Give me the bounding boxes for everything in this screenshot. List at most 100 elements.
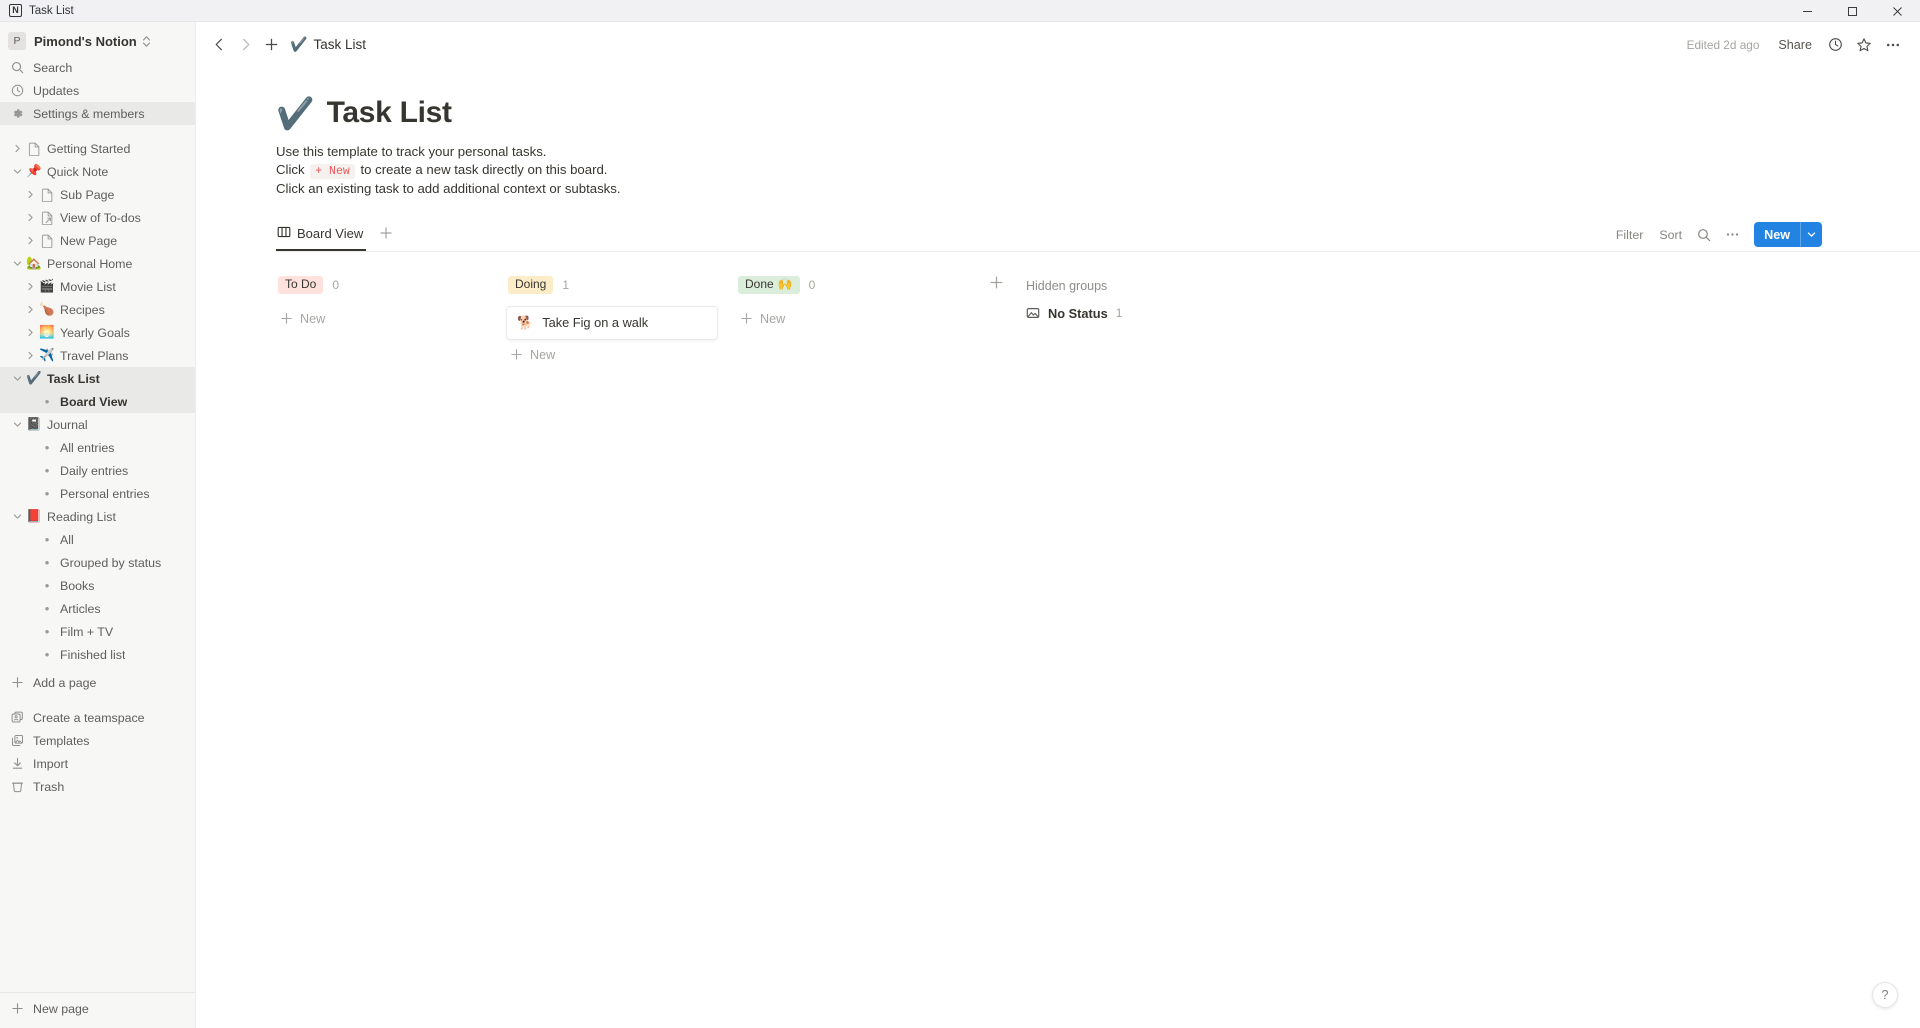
- add-group-button[interactable]: [966, 274, 1026, 369]
- sidebar-item-label: Travel Plans: [60, 348, 129, 363]
- chevron-down-icon[interactable]: [9, 164, 25, 180]
- sidebar-footer: New page: [0, 987, 195, 1028]
- sidebar-item-view-of-to-dos[interactable]: View of To-dos: [0, 206, 195, 229]
- sidebar-item-import[interactable]: Import: [0, 752, 195, 775]
- sidebar-add-page-label: Add a page: [33, 675, 97, 690]
- sidebar-item-label: Templates: [33, 733, 90, 748]
- chevron-down-icon[interactable]: [1801, 222, 1822, 247]
- chevron-down-icon[interactable]: [9, 509, 25, 525]
- chevron-right-icon[interactable]: [22, 233, 38, 249]
- sort-button[interactable]: Sort: [1653, 225, 1688, 245]
- workspace-switcher[interactable]: P Pimond's Notion: [0, 26, 195, 56]
- chevron-down-icon[interactable]: [9, 256, 25, 272]
- add-card-button[interactable]: New: [276, 306, 506, 333]
- sidebar-page-tree: Getting Started 📌 Quick Note Sub Page View o…: [0, 137, 195, 666]
- chevron-down-icon[interactable]: [9, 417, 25, 433]
- new-button[interactable]: New: [1754, 222, 1822, 247]
- board-card[interactable]: 🐕 Take Fig on a walk: [506, 305, 718, 340]
- sidebar-item-label: View of To-dos: [60, 210, 141, 225]
- new-button-label[interactable]: New: [1754, 222, 1800, 247]
- sidebar-item-getting-started[interactable]: Getting Started: [0, 137, 195, 160]
- help-button[interactable]: ?: [1872, 982, 1898, 1008]
- add-card-label: New: [530, 348, 556, 362]
- sidebar-item-all[interactable]: • All: [0, 528, 195, 551]
- sidebar-item-journal[interactable]: 📓 Journal: [0, 413, 195, 436]
- hidden-groups-title: Hidden groups: [1026, 278, 1108, 293]
- sidebar-item-personal-entries[interactable]: • Personal entries: [0, 482, 195, 505]
- sidebar-item-templates[interactable]: Templates: [0, 729, 195, 752]
- add-card-button[interactable]: New: [506, 342, 736, 369]
- sidebar-item-books[interactable]: • Books: [0, 574, 195, 597]
- page-title: ✔️ Task List: [276, 96, 1920, 130]
- column-header[interactable]: Done 🙌 0: [736, 274, 966, 296]
- sidebar-item-yearly-goals[interactable]: 🌅 Yearly Goals: [0, 321, 195, 344]
- status-label: To Do: [285, 277, 317, 291]
- add-view-button[interactable]: [379, 226, 393, 244]
- sidebar-item-create-teamspace[interactable]: Create a teamspace: [0, 706, 195, 729]
- close-icon[interactable]: [1875, 0, 1920, 22]
- favorite-star-icon[interactable]: [1851, 32, 1877, 58]
- sidebar-item-travel-plans[interactable]: ✈️ Travel Plans: [0, 344, 195, 367]
- board-column: Doing 1 🐕 Take Fig on a walk New: [506, 274, 736, 369]
- sidebar-item-daily-entries[interactable]: • Daily entries: [0, 459, 195, 482]
- column-header[interactable]: To Do 0: [276, 274, 506, 296]
- sidebar-item-recipes[interactable]: 🍗 Recipes: [0, 298, 195, 321]
- sidebar-item-updates[interactable]: Updates: [0, 79, 195, 102]
- column-header[interactable]: Doing 1: [506, 274, 736, 296]
- add-card-button[interactable]: New: [736, 306, 966, 333]
- breadcrumb[interactable]: ✔️ Task List: [290, 36, 366, 53]
- filter-button[interactable]: Filter: [1610, 225, 1650, 245]
- sidebar-item-sub-page[interactable]: Sub Page: [0, 183, 195, 206]
- sidebar: P Pimond's Notion Search Updates Setting…: [0, 22, 196, 1028]
- chevron-right-icon[interactable]: [22, 325, 38, 341]
- chevron-right-icon[interactable]: [22, 348, 38, 364]
- chevron-right-icon[interactable]: [22, 210, 38, 226]
- sidebar-item-search[interactable]: Search: [0, 56, 195, 79]
- hidden-group-item[interactable]: No Status 1: [1026, 306, 1122, 321]
- add-card-label: New: [300, 312, 326, 326]
- page-icon: [25, 141, 43, 157]
- sidebar-item-movie-list[interactable]: 🎬 Movie List: [0, 275, 195, 298]
- sidebar-item-new-page[interactable]: New Page: [0, 229, 195, 252]
- page-content: ✔️ Task List Use this template to track …: [196, 67, 1920, 1028]
- sidebar-add-a-page[interactable]: Add a page: [0, 671, 195, 694]
- sidebar-item-trash[interactable]: Trash: [0, 775, 195, 798]
- sidebar-item-articles[interactable]: • Articles: [0, 597, 195, 620]
- linked-page-icon: [38, 210, 56, 226]
- hidden-group-count: 1: [1115, 306, 1123, 320]
- new-page-plus-button[interactable]: [258, 32, 284, 58]
- chevron-right-icon[interactable]: [9, 141, 25, 157]
- sidebar-item-quick-note[interactable]: 📌 Quick Note: [0, 160, 195, 183]
- sidebar-item-settings-members[interactable]: Settings & members: [0, 102, 195, 125]
- sidebar-item-film-tv[interactable]: • Film + TV: [0, 620, 195, 643]
- more-horizontal-icon[interactable]: [1880, 32, 1906, 58]
- hidden-groups: Hidden groups No Status 1: [1026, 274, 1122, 369]
- sidebar-new-page-button[interactable]: New page: [0, 997, 195, 1020]
- share-button[interactable]: Share: [1771, 34, 1819, 56]
- tab-label: Board View: [297, 226, 364, 241]
- sidebar-item-all-entries[interactable]: • All entries: [0, 436, 195, 459]
- sidebar-item-grouped-by-status[interactable]: • Grouped by status: [0, 551, 195, 574]
- sidebar-item-reading-list[interactable]: 📕 Reading List: [0, 505, 195, 528]
- teamspace-icon: [9, 710, 25, 726]
- status-label: Doing: [515, 277, 547, 291]
- search-icon[interactable]: [1692, 223, 1716, 247]
- maximize-icon[interactable]: [1830, 0, 1875, 22]
- forward-button[interactable]: [232, 32, 258, 58]
- minimize-icon[interactable]: [1785, 0, 1830, 22]
- chevron-right-icon[interactable]: [22, 279, 38, 295]
- description-line-2: Click + New to create a new task directl…: [276, 161, 1920, 181]
- chevron-right-icon[interactable]: [22, 187, 38, 203]
- sidebar-item-finished-list[interactable]: • Finished list: [0, 643, 195, 666]
- sidebar-item-task-list[interactable]: ✔️ Task List: [0, 367, 195, 390]
- page-icon-emoji: ✔️: [276, 95, 315, 131]
- updates-clock-icon[interactable]: [1822, 32, 1848, 58]
- sidebar-item-personal-home[interactable]: 🏡 Personal Home: [0, 252, 195, 275]
- chevron-right-icon[interactable]: [22, 302, 38, 318]
- sidebar-item-board-view[interactable]: • Board View: [0, 390, 195, 413]
- back-button[interactable]: [206, 32, 232, 58]
- more-horizontal-icon[interactable]: [1720, 223, 1744, 247]
- chevron-down-icon[interactable]: [9, 371, 25, 387]
- tab-board-view[interactable]: Board View: [276, 218, 367, 251]
